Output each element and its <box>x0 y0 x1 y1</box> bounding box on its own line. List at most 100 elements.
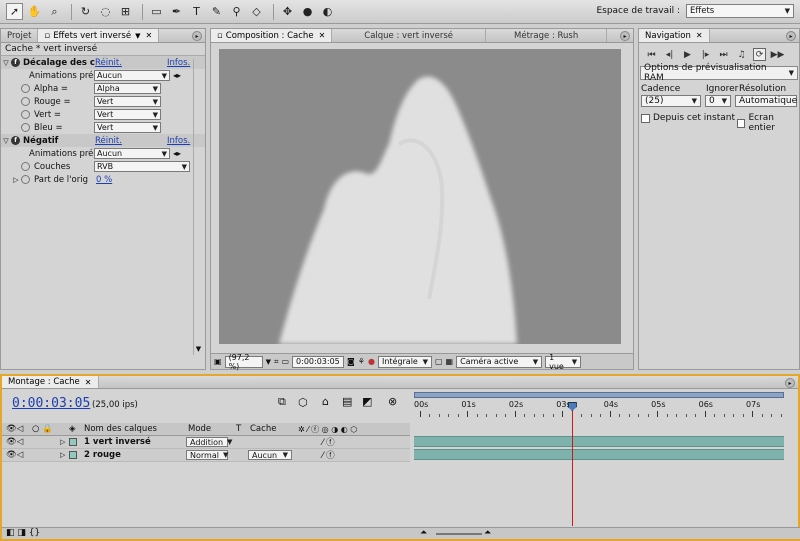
panel-menu-icon[interactable]: ▸ <box>620 31 630 41</box>
from-current-option[interactable]: Depuis cet instant <box>641 113 735 123</box>
axis-mode-icon[interactable]: ✥ <box>279 3 296 20</box>
effect-header-channel-shift[interactable]: ▽ f Décalage des c Réinit. Infos. <box>1 56 205 69</box>
stopwatch-icon[interactable] <box>21 84 30 93</box>
ram-preview-icon[interactable]: ▶▶ <box>771 48 785 61</box>
track-matte-dropdown[interactable]: Aucun ▼ <box>248 450 292 460</box>
panel-menu-icon[interactable]: ▸ <box>785 378 795 388</box>
next-frame-icon[interactable]: |▸ <box>699 48 712 61</box>
about-link[interactable]: Infos. <box>167 136 190 146</box>
layer-name-header[interactable]: Nom des calques <box>84 423 157 435</box>
chevron-down-icon[interactable]: ▼ <box>266 358 271 366</box>
tab-timeline[interactable]: Montage : Cache ✕ <box>2 376 99 388</box>
current-time-indicator[interactable] <box>571 404 573 526</box>
tab-footage[interactable]: Métrage : Rush <box>486 29 608 42</box>
zoom-out-icon[interactable]: ⏶ <box>420 528 427 538</box>
zoom-tool-icon[interactable]: ⌕ <box>46 3 63 20</box>
comp-mini-flowchart-icon[interactable]: ⧉ <box>278 395 286 409</box>
show-snapshot-icon[interactable]: ⚘ <box>358 357 365 366</box>
effects-switch-icon[interactable]: ⁄ ⓕ <box>322 449 335 461</box>
twirl-open-icon[interactable]: ▽ <box>1 137 11 145</box>
layer-row-2[interactable]: 👁◁ ▷ 2 rouge Normal ▼ Aucun ▼ ⁄ ⓕ <box>2 449 410 462</box>
tab-navigation[interactable]: Navigation ✕ <box>639 29 710 42</box>
tab-layer[interactable]: Calque : vert inversé <box>332 29 487 42</box>
layer-name[interactable]: 1 vert inversé <box>84 436 151 448</box>
tab-composition[interactable]: ▫ Composition : Cache ✕ <box>211 29 333 42</box>
close-icon[interactable]: ✕ <box>319 31 326 40</box>
orbit-camera-tool-icon[interactable]: ◌ <box>97 3 114 20</box>
cadence-dropdown[interactable]: (25) ▼ <box>641 95 701 107</box>
world-axis-icon[interactable]: ● <box>299 3 316 20</box>
blend-value[interactable]: 0 % <box>96 175 112 185</box>
view-layout-dropdown[interactable]: 1 vue ▼ <box>545 353 582 371</box>
snapshot-icon[interactable]: ◙ <box>347 357 355 366</box>
toggle-switches-icon[interactable]: ◧ ◨ {} <box>6 528 40 538</box>
label-color-swatch[interactable] <box>69 449 77 461</box>
reset-link[interactable]: Réinit. <box>95 136 122 146</box>
brush-tool-icon[interactable]: ✎ <box>208 3 225 20</box>
transparency-grid-icon[interactable]: ▦ <box>446 357 454 366</box>
time-zoom-slider[interactable] <box>436 533 482 535</box>
resolution-dropdown[interactable]: Intégrale ▼ <box>377 355 432 368</box>
stopwatch-icon[interactable] <box>21 162 30 171</box>
blend-mode-dropdown[interactable]: Normal ▼ <box>186 450 228 460</box>
animation-presets-dropdown[interactable]: Aucun ▼ <box>94 148 170 159</box>
effects-scrollbar[interactable]: ▼ <box>193 59 203 355</box>
stopwatch-icon[interactable] <box>21 110 30 119</box>
param-dropdown-blue[interactable]: Vert ▼ <box>94 122 161 133</box>
safe-zones-icon[interactable]: ⌗ <box>274 357 279 367</box>
resolution-preview-dropdown[interactable]: Automatique▼ <box>735 95 797 107</box>
live-update-icon[interactable]: ⬡ <box>298 396 308 409</box>
stopwatch-icon[interactable] <box>21 123 30 132</box>
tab-effects[interactable]: ▫ Effets vert inversé ▼ ✕ <box>38 29 160 42</box>
param-dropdown-green[interactable]: Vert ▼ <box>94 109 161 120</box>
frame-blending-icon[interactable]: ◩ <box>362 395 372 408</box>
full-screen-checkbox[interactable] <box>737 118 746 128</box>
animation-presets-dropdown[interactable]: Aucun ▼ <box>94 70 170 81</box>
twirl-closed-icon[interactable]: ▷ <box>60 436 65 448</box>
stopwatch-icon[interactable] <box>21 175 30 184</box>
work-area-bar[interactable] <box>414 392 784 398</box>
loop-icon[interactable]: ⟳ <box>753 48 766 61</box>
view-axis-icon[interactable]: ◐ <box>319 3 336 20</box>
always-preview-icon[interactable]: ▣ <box>214 357 222 366</box>
twirl-closed-icon[interactable]: ▷ <box>11 176 21 184</box>
effects-switch-icon[interactable]: ⁄ ⓕ <box>322 436 335 448</box>
hide-shy-layers-icon[interactable]: ▤ <box>342 395 352 408</box>
clone-stamp-tool-icon[interactable]: ⚲ <box>228 3 245 20</box>
region-of-interest-icon[interactable]: ▢ <box>435 357 443 366</box>
draft-3d-icon[interactable]: ⌂ <box>322 395 329 408</box>
close-icon[interactable]: ✕ <box>85 378 92 387</box>
first-frame-icon[interactable]: ⏮ <box>645 48 658 61</box>
previous-frame-icon[interactable]: ◂| <box>663 48 676 61</box>
panel-menu-icon[interactable]: ▸ <box>192 31 202 41</box>
preset-nav-arrows-icon[interactable]: ◂▸ <box>173 149 181 158</box>
current-time-field[interactable]: 0:00:03:05 <box>292 355 345 368</box>
ignore-dropdown[interactable]: 0 ▼ <box>705 95 731 107</box>
layer-name[interactable]: 2 rouge <box>84 449 121 461</box>
full-screen-option[interactable]: Ecran entier <box>737 113 799 133</box>
about-link[interactable]: Infos. <box>167 58 190 68</box>
mask-view-icon[interactable]: ▭ <box>281 357 289 366</box>
fx-icon[interactable]: f <box>11 58 20 67</box>
close-icon[interactable]: ✕ <box>145 31 152 40</box>
text-tool-icon[interactable]: T <box>188 3 205 20</box>
param-dropdown-red[interactable]: Vert ▼ <box>94 96 161 107</box>
channels-icon[interactable]: ● <box>368 357 375 366</box>
channel-dropdown[interactable]: RVB ▼ <box>94 161 190 172</box>
param-dropdown-alpha[interactable]: Alpha ▼ <box>94 83 161 94</box>
stopwatch-icon[interactable] <box>21 97 30 106</box>
pan-behind-tool-icon[interactable]: ⊞ <box>117 3 134 20</box>
fx-icon[interactable]: f <box>11 136 20 145</box>
pen-tool-icon[interactable]: ✒ <box>168 3 185 20</box>
magnification-dropdown[interactable]: (97,2 %) <box>224 353 263 371</box>
zoom-in-icon[interactable]: ⏶ <box>484 528 491 538</box>
label-color-swatch[interactable] <box>69 436 77 448</box>
preset-nav-arrows-icon[interactable]: ◂▸ <box>173 71 181 80</box>
effect-header-invert[interactable]: ▽ f Négatif Réinit. Infos. <box>1 134 205 147</box>
video-eye-icon[interactable]: 👁◁ <box>6 449 23 461</box>
ram-preview-options-dropdown[interactable]: Options de prévisualisation RAM ▼ <box>640 63 798 83</box>
twirl-closed-icon[interactable]: ▷ <box>60 449 65 461</box>
panel-menu-icon[interactable]: ▸ <box>786 31 796 41</box>
camera-dropdown[interactable]: Caméra active ▼ <box>456 355 543 368</box>
video-eye-icon[interactable]: 👁◁ <box>6 436 23 448</box>
